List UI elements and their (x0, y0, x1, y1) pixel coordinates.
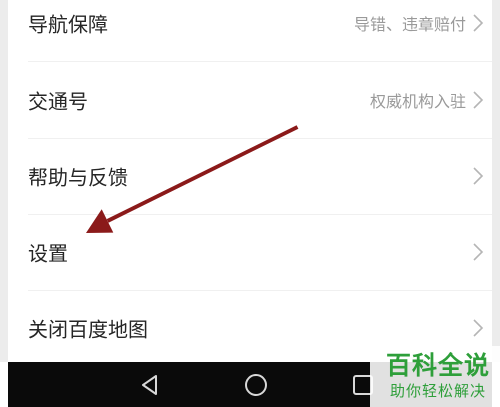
settings-menu: 导航保障 导错、违章赔付 交通号 权威机构入驻 帮助与反馈 设置 关闭百度地图 (8, 0, 492, 362)
nav-back-button[interactable] (135, 370, 165, 400)
menu-item-navigation-guarantee[interactable]: 导航保障 导错、违章赔付 (8, 0, 492, 61)
chevron-right-icon (473, 167, 484, 185)
chevron-right-icon (473, 243, 484, 261)
menu-item-help-feedback[interactable]: 帮助与反馈 (8, 138, 492, 214)
menu-item-label: 关闭百度地图 (28, 317, 148, 342)
watermark: 百科全说 助你轻松解决 (370, 346, 500, 407)
menu-item-label: 导航保障 (28, 12, 108, 37)
menu-item-subtitle: 权威机构入驻 (369, 92, 466, 111)
menu-item-label: 设置 (28, 241, 68, 266)
menu-item-label: 帮助与反馈 (28, 165, 128, 190)
back-icon (142, 374, 157, 395)
home-icon (245, 373, 267, 396)
screen: 导航保障 导错、违章赔付 交通号 权威机构入驻 帮助与反馈 设置 关闭百度地图 … (0, 0, 500, 407)
watermark-subtitle: 助你轻松解决 (389, 382, 486, 400)
menu-item-right (472, 166, 484, 186)
menu-item-label: 交通号 (28, 89, 88, 114)
chevron-right-icon (473, 319, 484, 337)
nav-home-button[interactable] (241, 370, 271, 400)
menu-item-traffic-account[interactable]: 交通号 权威机构入驻 (8, 62, 492, 138)
screen-edge-left (0, 0, 8, 362)
watermark-title: 百科全说 (385, 351, 490, 380)
chevron-right-icon (473, 91, 484, 109)
menu-item-right: 导错、违章赔付 (354, 11, 484, 35)
menu-item-right: 权威机构入驻 (370, 88, 484, 112)
menu-item-subtitle: 导错、违章赔付 (353, 15, 466, 34)
chevron-right-icon (473, 14, 484, 32)
menu-item-right (472, 318, 484, 338)
menu-item-settings[interactable]: 设置 (8, 214, 492, 290)
screen-edge-right (492, 0, 500, 362)
menu-item-right (472, 242, 484, 262)
